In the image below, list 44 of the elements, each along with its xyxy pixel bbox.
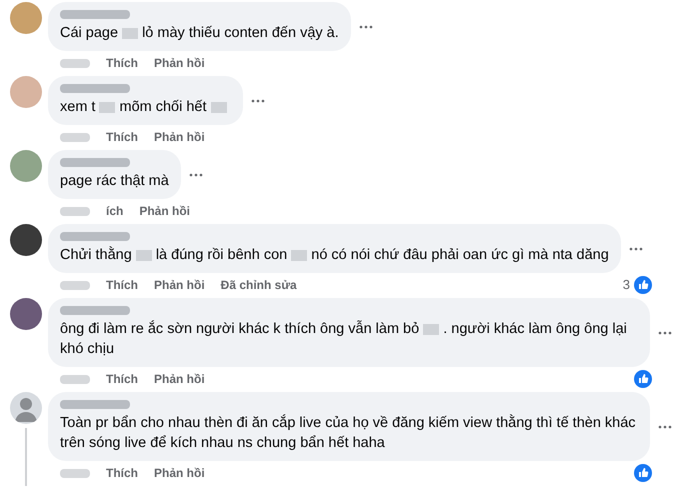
- reply-link[interactable]: Phản hồi: [154, 371, 205, 387]
- like-link[interactable]: ích: [106, 203, 124, 219]
- reaction-count: 3: [622, 277, 630, 293]
- redacted-text: [210, 102, 227, 113]
- like-link[interactable]: Thích: [106, 465, 138, 481]
- reply-link[interactable]: Phản hồi: [139, 203, 190, 219]
- redacted-text: [99, 102, 116, 113]
- comment-text: page rác thật mà: [60, 172, 169, 191]
- redacted-text: [291, 250, 308, 261]
- redacted-name: [60, 158, 130, 167]
- redacted-time: [60, 468, 90, 478]
- redacted-time: [60, 58, 90, 68]
- like-link[interactable]: Thích: [106, 371, 138, 387]
- avatar-photo[interactable]: [10, 298, 42, 330]
- like-reaction-icon[interactable]: [634, 370, 652, 388]
- like-link[interactable]: Thích: [106, 277, 138, 293]
- redacted-name: [60, 400, 130, 409]
- reply-link[interactable]: Phản hồi: [154, 277, 205, 293]
- redacted-text: [423, 324, 440, 335]
- redacted-time: [60, 206, 90, 216]
- like-reaction-icon[interactable]: [634, 276, 652, 294]
- reply-link[interactable]: Phản hồi: [154, 129, 205, 145]
- like-reaction-icon[interactable]: [634, 464, 652, 482]
- redacted-name: [60, 84, 130, 93]
- redacted-name: [60, 306, 130, 315]
- redacted-text: [136, 250, 152, 261]
- like-link[interactable]: Thích: [106, 55, 138, 71]
- comment-text: Toàn pr bẩn cho nhau thèn đi ăn cắp live của họ về đăng kiếm view thằng thì tế thèn khác trên sóng live để kích nhau ns chung bẩn hết haha: [60, 413, 637, 453]
- comment-text: Cái page lỏ mày thiếu conten đến vậy à.: [60, 24, 339, 43]
- reply-link[interactable]: Phản hồi: [154, 465, 205, 481]
- avatar-silhouette[interactable]: [10, 392, 42, 424]
- comment-text: xem t mõm chối hết: [60, 97, 231, 117]
- comment-text: ông đi làm re ắc sờn người khác k thích ông vẫn làm bỏ . người khác làm ông ông lại khó chịu: [60, 319, 628, 359]
- reply-link[interactable]: Phản hồi: [154, 55, 205, 71]
- redacted-time: [60, 374, 90, 384]
- like-link[interactable]: Thích: [106, 129, 138, 145]
- redacted-name: [60, 10, 130, 19]
- redacted-time: [60, 132, 90, 142]
- redacted-name: [60, 232, 130, 241]
- avatar-photo[interactable]: [10, 224, 42, 256]
- edited-label: Đã chỉnh sửa: [220, 277, 297, 293]
- redacted-time: [60, 280, 90, 290]
- redacted-text: [122, 28, 138, 39]
- comment-text: Chửi thằng là đúng rồi bênh con nó có nói chứ đâu phải oan ức gì mà nta dăng: [60, 245, 609, 265]
